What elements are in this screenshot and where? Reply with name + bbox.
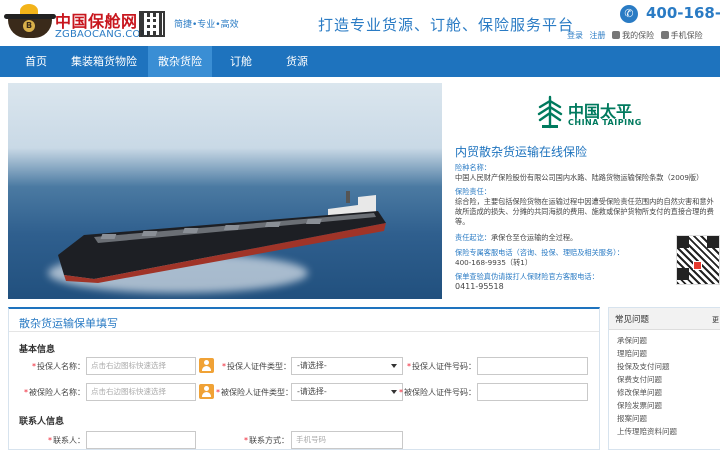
header-qr-code-icon [139,11,165,37]
applicant-name-label: *投保人名称： [32,362,85,371]
logo-text-en: ZGBAOCANG.COM [55,29,150,40]
select-applicant-person-icon[interactable] [199,358,214,373]
product-info-panel: 中国太平 CHINA TAIPING 内贸散杂货运输在线保险 险种名称： 中国人… [446,83,720,299]
insured-id-number-input[interactable] [477,383,588,401]
insured-name-label: *被保险人名称： [24,388,85,397]
faq-item-upload-claim-docs[interactable]: 上传理赔资料问题 [617,426,677,437]
claims-phone: 0411-95518 [455,282,504,291]
select-insured-person-icon[interactable] [199,384,214,399]
qr-badge-icon [693,261,702,270]
site-header: B 中国保舱网 ZGBAOCANG.COM 简捷•专业•高效 打造专业货源、订舱… [0,0,720,46]
nav-item-booking[interactable]: 订舱 [218,46,264,77]
insurer-name-en: CHINA TAIPING [568,118,642,127]
clause-label: 险种名称： [455,163,491,172]
period-text: 承保仓至仓运输的全过程。 [490,233,578,242]
user-icon [612,31,621,39]
site-logo[interactable]: B 中国保舱网 ZGBAOCANG.COM [4,4,149,44]
logo-coin-icon: B [23,20,35,32]
basic-info-heading: 基本信息 [19,345,56,355]
contact-info-heading: 联系人信息 [19,417,65,427]
claims-label: 保单查验真伪请拨打人保财险官方客服电话： [455,272,599,281]
nav-item-home[interactable]: 首页 [12,46,60,77]
login-link[interactable]: 登录 [567,31,583,40]
faq-item-premium-payment[interactable]: 保费支付问题 [617,374,662,385]
contact-method-input[interactable]: 手机号码 [291,431,403,449]
faq-header: 常见问题 更 [609,308,720,330]
policy-form: 散杂货运输保单填写 基本信息 *投保人名称： 点击右边图标快速选择 *投保人证件… [8,307,600,450]
applicant-id-number-label: *投保人证件号码： [407,362,476,371]
faq-item-modify-policy[interactable]: 修改保单问题 [617,387,662,398]
liability-line-1: 综合险，主要包括保险货物在运输过程中因遭受保险责任范围内的自然灾害和意外 [455,197,714,206]
contact-name-input[interactable] [86,431,196,449]
faq-item-purchase-payment[interactable]: 投保及支付问题 [617,361,670,372]
faq-item-report-case[interactable]: 报案问题 [617,413,647,424]
nav-item-bulk-cargo-insurance[interactable]: 散杂货险 [148,46,212,77]
contact-method-label: *联系方式： [244,436,289,445]
faq-title: 常见问题 [615,315,650,325]
form-title: 散杂货运输保单填写 [19,317,118,330]
taiping-emblem-icon [536,95,564,129]
mobile-insurance-link[interactable]: 手机保险 [671,31,703,40]
chevron-down-icon [391,364,397,368]
faq-item-invoice[interactable]: 保险发票问题 [617,400,662,411]
main-nav: 首页 集装箱货物险 散杂货险 订舱 货源 [0,46,720,77]
clause-text: 中国人民财产保险股份有限公司国内水路、陆路货物运输保险条款（2009版） [455,173,704,182]
user-links: 登录 注册 我的保险 手机保险 [567,30,707,41]
mobile-icon [660,31,669,39]
slogan: 打造专业货源、订舱、保险服务平台 [318,16,575,34]
form-divider [9,331,599,332]
china-taiping-logo: 中国太平 CHINA TAIPING [536,92,656,136]
faq-item-underwriting[interactable]: 承保问题 [617,335,647,346]
hotline-number: 400-168-99 [646,4,720,22]
insured-id-type-select[interactable]: -请选择- [291,383,403,401]
qr-code-icon [676,235,720,285]
faq-item-claims[interactable]: 理赔问题 [617,348,647,359]
phone-icon: ✆ [620,5,638,23]
applicant-id-type-label: *投保人证件类型： [222,362,291,371]
insured-name-input[interactable]: 点击右边图标快速选择 [86,383,196,401]
liability-label: 保险责任： [455,187,491,196]
bulk-carrier-ship [58,191,386,283]
my-insurance-link[interactable]: 我的保险 [622,31,654,40]
nav-item-cargo-source[interactable]: 货源 [272,46,322,77]
applicant-id-number-input[interactable] [477,357,588,375]
liability-line-2: 故所造成的损失、分摊的共同海损的费用、施救或保护货物所支付的直接合理的费 [455,207,714,216]
insured-id-type-label: *被保险人证件类型： [216,388,293,397]
tagline: 简捷•专业•高效 [174,20,239,30]
period-row: 责任起讫：承保仓至仓运输的全过程。 [455,233,577,243]
nav-item-container-insurance[interactable]: 集装箱货物险 [62,46,146,77]
register-link[interactable]: 注册 [590,31,606,40]
hotline-label: 保险专属客服电话（咨询、投保、理赔及相关服务）： [455,248,624,257]
chevron-down-icon [391,390,397,394]
period-label: 责任起讫： [455,233,491,242]
faq-panel: 常见问题 更 承保问题 理赔问题 投保及支付问题 保费支付问题 修改保单问题 保… [608,307,720,450]
ship-banner-image [8,83,442,299]
hotline-number-text: 400-168-9935（转1） [455,258,533,267]
contact-name-label: *联系人： [48,436,85,445]
product-title: 内贸散杂货运输在线保险 [455,145,588,159]
faq-more-link[interactable]: 更 [712,315,719,325]
insured-id-number-label: *被保险人证件号码： [399,388,476,397]
liability-line-3: 等。 [455,217,470,226]
applicant-name-input[interactable]: 点击右边图标快速选择 [86,357,196,375]
applicant-id-type-select[interactable]: -请选择- [291,357,403,375]
